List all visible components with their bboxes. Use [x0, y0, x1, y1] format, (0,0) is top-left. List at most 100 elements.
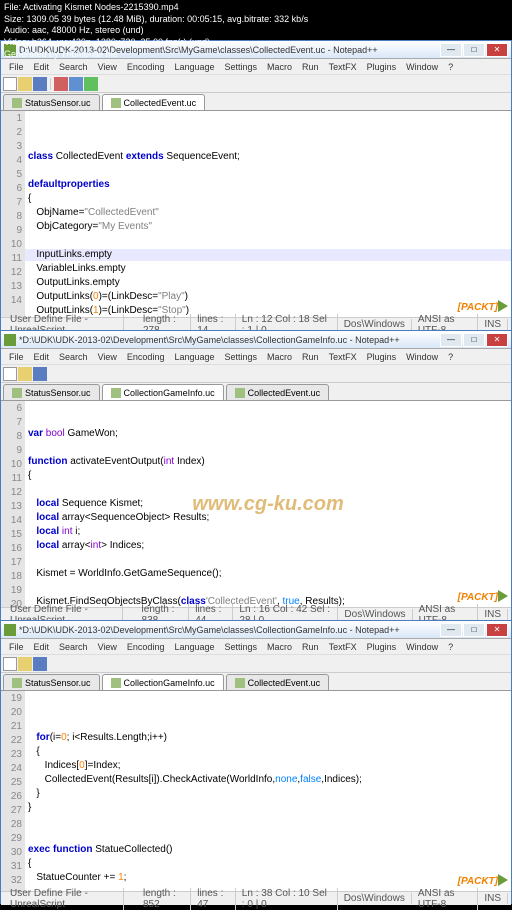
- menu-search[interactable]: Search: [54, 62, 93, 72]
- tab-StatusSensoruc[interactable]: StatusSensor.uc: [3, 384, 100, 400]
- tab-CollectionGameInfouc[interactable]: CollectionGameInfo.uc: [102, 674, 224, 690]
- editor-area[interactable]: 6789101112131415161718192021222324252627…: [1, 401, 511, 607]
- menu-plugins[interactable]: Plugins: [362, 352, 402, 362]
- save-file-icon[interactable]: [33, 657, 47, 671]
- menu-file[interactable]: File: [4, 62, 29, 72]
- menu-window[interactable]: Window: [401, 62, 443, 72]
- window-title: *D:\UDK\UDK-2013-02\Development\Src\MyGa…: [19, 335, 440, 345]
- menu-textfx[interactable]: TextFX: [324, 62, 362, 72]
- file-icon: [12, 388, 22, 398]
- new-file-icon[interactable]: [3, 367, 17, 381]
- minimize-button[interactable]: —: [440, 43, 462, 57]
- editor-area[interactable]: 1920212223242526272829303132333435363738…: [1, 691, 511, 891]
- menu-file[interactable]: File: [4, 352, 29, 362]
- menu-settings[interactable]: Settings: [220, 642, 263, 652]
- code-area[interactable]: var bool GameWon; function activateEvent…: [25, 401, 511, 607]
- status-enc: Dos\Windows: [338, 893, 412, 904]
- menu-window[interactable]: Window: [401, 352, 443, 362]
- menu-?[interactable]: ?: [443, 62, 458, 72]
- editor-area[interactable]: 1234567891011121314 class CollectedEvent…: [1, 111, 511, 317]
- tab-CollectedEventuc[interactable]: CollectedEvent.uc: [226, 384, 330, 400]
- file-icon: [111, 98, 121, 108]
- open-file-icon[interactable]: [18, 77, 32, 91]
- menu-plugins[interactable]: Plugins: [362, 642, 402, 652]
- close-button[interactable]: ✕: [486, 333, 508, 347]
- open-file-icon[interactable]: [18, 657, 32, 671]
- menu-run[interactable]: Run: [297, 642, 324, 652]
- overlay-size: Size: 1309.05 39 bytes (12.48 MiB), dura…: [4, 14, 308, 26]
- menu-language[interactable]: Language: [169, 62, 219, 72]
- menu-encoding[interactable]: Encoding: [122, 352, 170, 362]
- tab-CollectedEventuc[interactable]: CollectedEvent.uc: [226, 674, 330, 690]
- menu-run[interactable]: Run: [297, 352, 324, 362]
- menu-view[interactable]: View: [93, 642, 122, 652]
- code-area[interactable]: for(i=0; i<Results.Length;i++) { Indices…: [25, 691, 511, 891]
- menu-macro[interactable]: Macro: [262, 352, 297, 362]
- file-icon: [111, 388, 121, 398]
- menu-file[interactable]: File: [4, 642, 29, 652]
- titlebar[interactable]: *D:\UDK\UDK-2013-02\Development\Src\MyGa…: [1, 331, 511, 349]
- window-title: *D:\UDK\UDK-2013-02\Development\Src\MyGa…: [19, 625, 440, 635]
- notepadpp-window-1: D:\UDK\UDK-2013-02\Development\Src\MyGam…: [0, 40, 512, 330]
- menu-search[interactable]: Search: [54, 642, 93, 652]
- titlebar[interactable]: *D:\UDK\UDK-2013-02\Development\Src\MyGa…: [1, 621, 511, 639]
- menu-encoding[interactable]: Encoding: [122, 642, 170, 652]
- new-file-icon[interactable]: [3, 77, 17, 91]
- status-ins: INS: [478, 893, 508, 904]
- statusbar: User Define File - UnrealScript length :…: [1, 891, 511, 905]
- menu-view[interactable]: View: [93, 352, 122, 362]
- maximize-button[interactable]: □: [463, 333, 485, 347]
- video-metadata-overlay: File: Activating Kismet Nodes-2215390.mp…: [0, 0, 312, 62]
- new-file-icon[interactable]: [3, 657, 17, 671]
- statusbar: User Define File - UnrealScript length :…: [1, 317, 511, 331]
- menu-macro[interactable]: Macro: [262, 62, 297, 72]
- tab-CollectionGameInfouc[interactable]: CollectionGameInfo.uc: [102, 384, 224, 400]
- menu-encoding[interactable]: Encoding: [122, 62, 170, 72]
- menu-edit[interactable]: Edit: [29, 642, 55, 652]
- menubar: FileEditSearchViewEncodingLanguageSettin…: [1, 639, 511, 655]
- maximize-button[interactable]: □: [463, 623, 485, 637]
- notepadpp-window-3: *D:\UDK\UDK-2013-02\Development\Src\MyGa…: [0, 620, 512, 904]
- cut-icon[interactable]: [54, 77, 68, 91]
- maximize-button[interactable]: □: [463, 43, 485, 57]
- save-file-icon[interactable]: [33, 77, 47, 91]
- toolbar: [1, 655, 511, 673]
- line-gutter: 1920212223242526272829303132333435363738…: [1, 691, 25, 891]
- menu-edit[interactable]: Edit: [29, 62, 55, 72]
- tab-CollectedEventuc[interactable]: CollectedEvent.uc: [102, 94, 206, 110]
- menu-run[interactable]: Run: [297, 62, 324, 72]
- overlay-audio: Audio: aac, 48000 Hz, stereo (und): [4, 25, 308, 37]
- save-file-icon[interactable]: [33, 367, 47, 381]
- open-file-icon[interactable]: [18, 367, 32, 381]
- minimize-button[interactable]: —: [440, 333, 462, 347]
- close-button[interactable]: ✕: [486, 43, 508, 57]
- statusbar: User Define File - UnrealScript length :…: [1, 607, 511, 621]
- overlay-generator: Generated by Thumbnail me: [4, 49, 308, 61]
- menu-settings[interactable]: Settings: [220, 62, 263, 72]
- menu-textfx[interactable]: TextFX: [324, 352, 362, 362]
- menu-?[interactable]: ?: [443, 642, 458, 652]
- menu-plugins[interactable]: Plugins: [362, 62, 402, 72]
- menu-language[interactable]: Language: [169, 352, 219, 362]
- toolbar: [1, 365, 511, 383]
- menu-settings[interactable]: Settings: [220, 352, 263, 362]
- menu-view[interactable]: View: [93, 62, 122, 72]
- menu-language[interactable]: Language: [169, 642, 219, 652]
- code-area[interactable]: class CollectedEvent extends SequenceEve…: [25, 111, 511, 317]
- menu-search[interactable]: Search: [54, 352, 93, 362]
- menu-window[interactable]: Window: [401, 642, 443, 652]
- tab-StatusSensoruc[interactable]: StatusSensor.uc: [3, 94, 100, 110]
- overlay-video: Video: h264, yuv420p, 1280x720, 25.00 fp…: [4, 37, 308, 49]
- tab-StatusSensoruc[interactable]: StatusSensor.uc: [3, 674, 100, 690]
- menu-textfx[interactable]: TextFX: [324, 642, 362, 652]
- menu-macro[interactable]: Macro: [262, 642, 297, 652]
- minimize-button[interactable]: —: [440, 623, 462, 637]
- paste-icon[interactable]: [84, 77, 98, 91]
- close-button[interactable]: ✕: [486, 623, 508, 637]
- menu-edit[interactable]: Edit: [29, 352, 55, 362]
- tab-bar: StatusSensor.ucCollectionGameInfo.ucColl…: [1, 673, 511, 691]
- overlay-file: File: Activating Kismet Nodes-2215390.mp…: [4, 2, 308, 14]
- copy-icon[interactable]: [69, 77, 83, 91]
- menu-?[interactable]: ?: [443, 352, 458, 362]
- toolbar: [1, 75, 511, 93]
